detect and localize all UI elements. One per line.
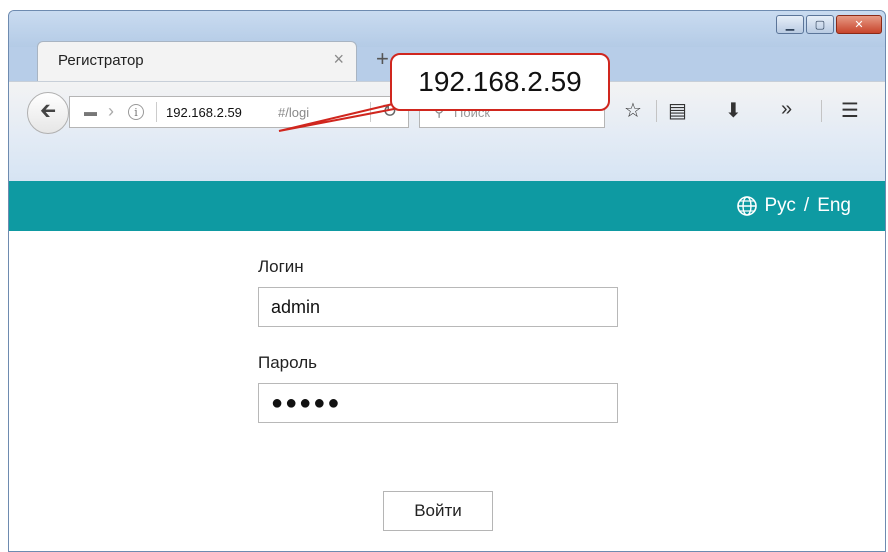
login-label: Логин (258, 257, 304, 276)
new-tab-icon[interactable]: + (376, 46, 389, 72)
window-controls: ▁ ▢ ✕ (776, 15, 882, 34)
toolbar-divider (656, 100, 657, 122)
toolbar-divider (821, 100, 822, 122)
tab-close-icon[interactable]: × (333, 49, 344, 70)
language-switch: Рус / Eng (736, 195, 851, 217)
site-header: Рус / Eng (9, 181, 885, 231)
maximize-icon[interactable]: ▢ (806, 15, 834, 34)
login-form: Логин admin Пароль ●●●●● (258, 257, 618, 423)
login-input[interactable]: admin (258, 287, 618, 327)
bookmark-star-icon[interactable]: ☆ (624, 98, 642, 123)
reader-view-icon[interactable]: ▤ (668, 98, 687, 123)
app-icon: ▬ (84, 104, 97, 119)
url-divider (370, 102, 371, 122)
download-icon[interactable]: ⬇ (725, 98, 742, 123)
back-icon[interactable]: 🡰 (27, 92, 69, 134)
address-bar[interactable]: ▬ › i 192.168.2.59 #/logi ↻ (69, 96, 409, 128)
lang-ru-link[interactable]: Рус (764, 195, 795, 217)
browser-window: ▁ ▢ ✕ Регистратор × + 🡰 ▬ › i 192.168.2.… (8, 10, 886, 552)
overflow-chevron-icon[interactable]: » (781, 98, 792, 121)
url-host: 192.168.2.59 (166, 105, 242, 120)
login-button[interactable]: Войти (383, 491, 493, 531)
browser-tab[interactable]: Регистратор × (37, 41, 357, 81)
page-content: Рус / Eng Логин admin Пароль ●●●●● Войти (9, 181, 885, 551)
password-input[interactable]: ●●●●● (258, 383, 618, 423)
url-divider (156, 102, 157, 122)
close-icon[interactable]: ✕ (836, 15, 882, 34)
chevron-right-icon: › (108, 101, 114, 121)
url-path: #/logi (278, 105, 310, 120)
tab-title: Регистратор (58, 52, 144, 69)
password-label: Пароль (258, 353, 317, 372)
ip-callout: 192.168.2.59 (390, 53, 610, 111)
minimize-icon[interactable]: ▁ (776, 15, 804, 34)
lang-en-link[interactable]: Eng (817, 195, 851, 217)
menu-icon[interactable]: ☰ (841, 98, 859, 123)
info-icon[interactable]: i (128, 104, 144, 120)
globe-icon (737, 196, 758, 216)
lang-separator: / (803, 195, 810, 216)
password-group: Пароль ●●●●● (258, 353, 618, 423)
